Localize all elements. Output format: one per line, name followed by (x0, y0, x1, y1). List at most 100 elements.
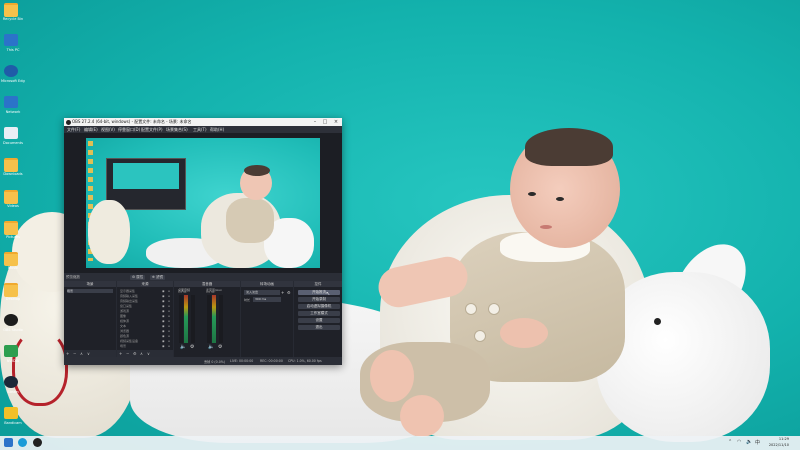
eye-icon[interactable]: ◉ (162, 324, 166, 328)
start-virtual-camera-button[interactable]: 启动虚拟摄像机 (298, 304, 340, 309)
source-item[interactable]: 窗口采集 ◉ ▫ (120, 304, 174, 308)
edge-icon[interactable] (18, 438, 27, 447)
eye-icon[interactable]: ◉ (162, 319, 166, 323)
maximize-icon[interactable]: □ (320, 118, 330, 126)
gear-icon[interactable]: ⚙ (287, 290, 291, 295)
move-up-icon[interactable]: ∧ (140, 350, 143, 357)
desktop-icon[interactable]: Videos (1, 190, 23, 214)
close-icon[interactable]: × (331, 118, 341, 126)
source-item[interactable]: 媒体源 ◉ ▫ (120, 319, 174, 323)
tray-date[interactable]: 2022/11/10 (763, 443, 789, 447)
studio-mode-button[interactable]: 工作室模式 (298, 311, 340, 316)
remove-source-icon[interactable]: − (126, 350, 129, 357)
eye-icon[interactable]: ◉ (162, 329, 166, 333)
scenes-dock-footer: + − ∧ ∨ (64, 350, 116, 357)
eye-icon[interactable]: ◉ (162, 314, 166, 318)
move-down-icon[interactable]: ∨ (147, 350, 150, 357)
desktop-icon[interactable]: Pictures (1, 221, 23, 245)
wifi-icon[interactable]: ◠ (737, 439, 741, 445)
desktop-icon[interactable]: This PC (1, 34, 23, 58)
preview-area[interactable] (64, 133, 342, 273)
eye-icon[interactable]: ◉ (162, 304, 166, 308)
lock-icon[interactable]: ▫ (168, 304, 172, 308)
desktop-icon[interactable]: Documents (1, 127, 23, 151)
duration-input[interactable]: 300 ms (253, 297, 281, 302)
source-item[interactable]: 浏览器 ◉ ▫ (120, 329, 174, 333)
lock-icon[interactable]: ▫ (168, 299, 172, 303)
source-item[interactable]: 文本 ◉ ▫ (120, 324, 174, 328)
preview-canvas[interactable] (86, 138, 320, 268)
window-titlebar[interactable]: OBS 27.2.4 (64-bit, windows) - 配置文件: 未命名… (64, 118, 342, 126)
scene-item[interactable]: 场景 (67, 289, 113, 293)
remove-scene-icon[interactable]: − (73, 350, 76, 357)
source-item[interactable]: 游戏源 ◉ ▫ (120, 309, 174, 313)
filters-button[interactable]: ⊕ 滤镜 (150, 274, 166, 280)
volume-icon[interactable]: 🔈 (746, 439, 752, 445)
source-item[interactable]: 场景 ◉ ▫ (120, 344, 174, 348)
obs-taskbar-icon[interactable] (33, 438, 42, 447)
desktop-icon[interactable]: OBS Studio (1, 314, 23, 338)
settings-button[interactable]: 设置 (298, 318, 340, 323)
desktop-icon[interactable]: Desktop (1, 283, 23, 307)
eye-icon[interactable]: ◉ (162, 294, 166, 298)
gear-icon[interactable]: ⚙ (133, 350, 137, 357)
desktop-icon[interactable]: Bandicam (1, 407, 23, 431)
desktop-icon[interactable]: Music (1, 252, 23, 276)
source-item[interactable]: 视频采集设备 ◉ ▫ (120, 339, 174, 343)
desktop-icon[interactable]: NVIDIA (1, 345, 23, 369)
lock-icon[interactable]: ▫ (168, 339, 172, 343)
add-scene-icon[interactable]: + (66, 350, 69, 357)
add-source-icon[interactable]: + (119, 350, 122, 357)
add-transition-icon[interactable]: + (281, 290, 284, 295)
lock-icon[interactable]: ▫ (168, 319, 172, 323)
tray-time[interactable]: 11:29 (763, 437, 789, 441)
ime-icon[interactable]: 中 (755, 439, 760, 446)
source-item[interactable]: 显示器采集 ◉ ▫ (120, 289, 174, 293)
move-up-icon[interactable]: ∧ (80, 350, 83, 357)
gear-icon[interactable]: ⚙ (218, 344, 222, 350)
start-icon[interactable] (4, 438, 13, 447)
lock-icon[interactable]: ▫ (168, 294, 172, 298)
chevron-up-icon[interactable]: ⌃ (728, 439, 732, 445)
start-recording-button[interactable]: 开始录制 (298, 297, 340, 302)
lock-icon[interactable]: ▫ (168, 289, 172, 293)
eye-icon[interactable]: ◉ (162, 309, 166, 313)
desktop-icon[interactable]: Network (1, 96, 23, 120)
exit-button[interactable]: 退出 (298, 325, 340, 330)
source-name: 显示器采集 (120, 289, 136, 293)
obs-window[interactable]: OBS 27.2.4 (64-bit, windows) - 配置文件: 未命名… (64, 118, 342, 365)
lock-icon[interactable]: ▫ (168, 309, 172, 313)
scenes-dock: 场景 场景 + − ∧ ∨ (64, 281, 116, 357)
eye-icon[interactable]: ◉ (162, 334, 166, 338)
lock-icon[interactable]: ▫ (168, 329, 172, 333)
source-item[interactable]: 音频输出采集 ◉ ▫ (120, 299, 174, 303)
speaker-icon[interactable]: 🔈 (208, 344, 214, 350)
volume-fader-track[interactable] (191, 295, 195, 343)
eye-icon[interactable]: ◉ (162, 339, 166, 343)
desktop-icon[interactable]: Steam (1, 376, 23, 400)
gear-icon[interactable]: ⚙ (190, 344, 194, 350)
source-item[interactable]: 图像 ◉ ▫ (120, 314, 174, 318)
lock-icon[interactable]: ▫ (168, 344, 172, 348)
volume-fader-track[interactable] (219, 295, 223, 343)
minimize-icon[interactable]: – (310, 118, 320, 126)
source-item[interactable]: 音频输入采集 ◉ ▫ (120, 294, 174, 298)
rec-timer: REC: 00:00:00 (260, 359, 283, 363)
eye-icon[interactable]: ◉ (162, 289, 166, 293)
computer-icon (4, 34, 18, 46)
source-name: 音频输出采集 (120, 299, 139, 303)
desktop-icon[interactable]: Downloads (1, 158, 23, 182)
desktop-icon[interactable]: Recycle Bin (1, 3, 23, 27)
desktop-icon[interactable]: Microsoft Edge (1, 65, 25, 89)
lock-icon[interactable]: ▫ (168, 324, 172, 328)
transition-select[interactable]: 淡入淡出 (244, 290, 280, 295)
lock-icon[interactable]: ▫ (168, 314, 172, 318)
source-item[interactable]: 颜色源 ◉ ▫ (120, 334, 174, 338)
eye-icon[interactable]: ◉ (162, 299, 166, 303)
speaker-icon[interactable]: 🔈 (180, 344, 186, 350)
eye-icon[interactable]: ◉ (162, 344, 166, 348)
properties-button[interactable]: ⚙ 属性 (130, 274, 146, 280)
move-down-icon[interactable]: ∨ (87, 350, 90, 357)
start-streaming-button[interactable]: 开始推流 (298, 290, 340, 295)
lock-icon[interactable]: ▫ (168, 334, 172, 338)
